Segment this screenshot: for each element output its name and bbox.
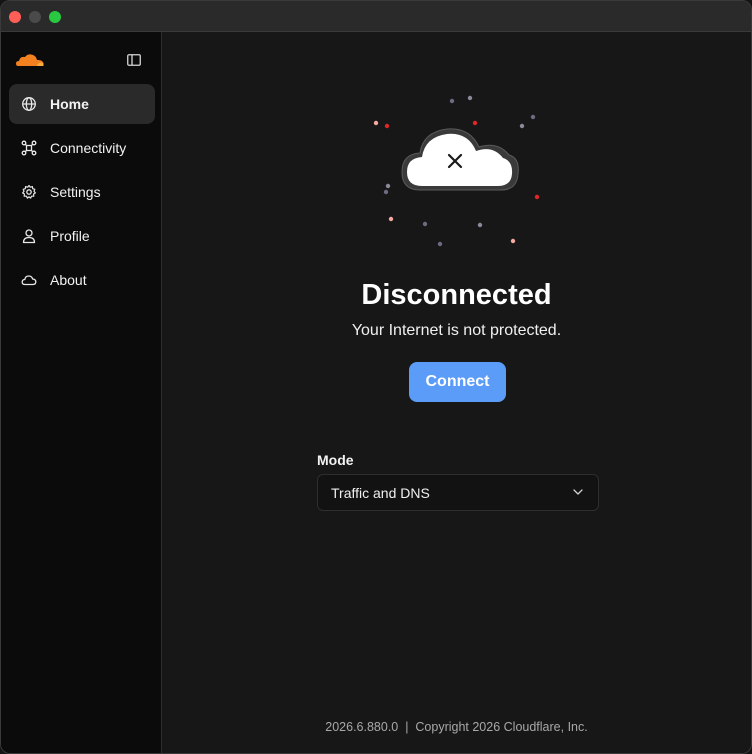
sidebar-item-about[interactable]: About: [9, 260, 155, 300]
sidebar-item-label: Settings: [50, 184, 101, 200]
sidebar-item-label: Profile: [50, 228, 90, 244]
sidebar-item-label: Connectivity: [50, 140, 127, 156]
mode-select[interactable]: Traffic and DNS: [317, 474, 599, 511]
mode-label: Mode: [317, 452, 354, 468]
user-icon: [22, 229, 36, 244]
app-window: Home Connectivity Settings Profile About…: [0, 0, 752, 754]
gear-icon: [22, 184, 36, 199]
minimize-window-button[interactable]: [29, 11, 41, 23]
cloud-icon: [21, 275, 37, 286]
globe-icon: [22, 97, 36, 111]
version-footer: 2026.6.880.0 | Copyright 2026 Cloudflare…: [325, 720, 588, 734]
sidebar-item-settings[interactable]: Settings: [9, 172, 155, 212]
cloudflare-logo-icon: [16, 54, 44, 66]
close-window-button[interactable]: [9, 11, 21, 23]
network-icon: [21, 140, 37, 156]
sidebar-item-home[interactable]: Home: [9, 84, 155, 124]
sidebar-item-label: Home: [50, 96, 89, 112]
main-panel: Disconnected Your Internet is not protec…: [162, 32, 751, 753]
maximize-window-button[interactable]: [49, 11, 61, 23]
sidebar-item-connectivity[interactable]: Connectivity: [9, 128, 155, 168]
sidebar-item-profile[interactable]: Profile: [9, 216, 155, 256]
status-title: Disconnected: [361, 279, 552, 311]
mode-select-value: Traffic and DNS: [331, 485, 430, 501]
chevron-down-icon: [573, 489, 583, 495]
connect-button[interactable]: Connect: [409, 362, 506, 402]
sidebar: Home Connectivity Settings Profile About: [1, 32, 162, 753]
status-subtitle: Your Internet is not protected.: [351, 322, 562, 339]
cloud-x-icon: [373, 95, 540, 247]
sidebar-toggle-icon[interactable]: [127, 54, 141, 66]
title-bar: [1, 1, 751, 32]
sidebar-item-label: About: [50, 272, 87, 288]
